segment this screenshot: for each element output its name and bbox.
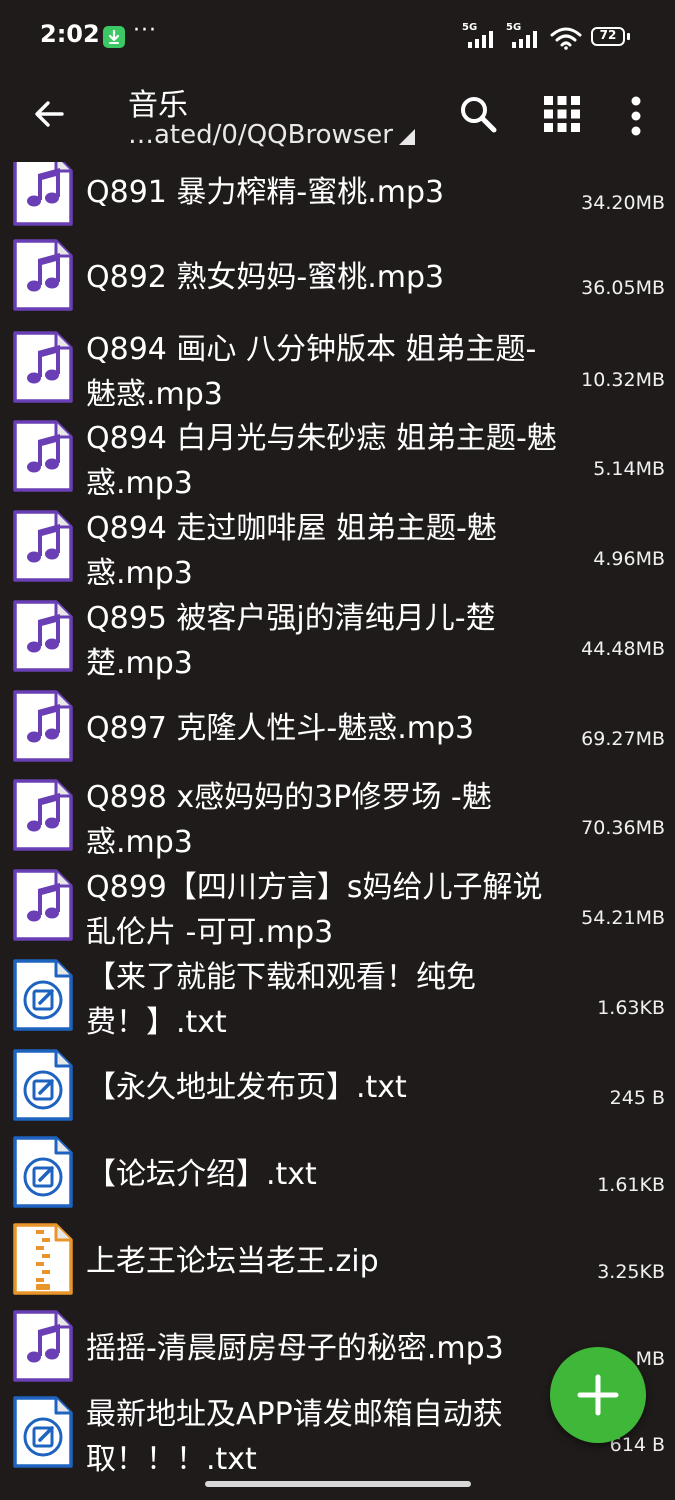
battery-icon: 72	[591, 27, 625, 46]
path-dropdown[interactable]: …ated/0/QQBrowser	[128, 120, 415, 150]
file-name: Q895 被客户强j的清纯月儿-楚楚.mp3	[86, 601, 496, 681]
file-row[interactable]: 【永久地址发布页】.txt 245 B	[0, 1041, 675, 1131]
edit-note-icon	[12, 1135, 74, 1209]
file-name: 【永久地址发布页】.txt	[86, 1070, 407, 1105]
file-name: 摇摇-清晨厨房母子的秘密.mp3	[86, 1331, 504, 1366]
zipper-icon	[12, 1222, 74, 1296]
file-row[interactable]: Q897 克隆人性斗-魅惑.mp3 69.27MB	[0, 682, 675, 772]
file-name: 【论坛介绍】.txt	[86, 1157, 317, 1192]
grid-view-icon[interactable]	[544, 96, 580, 132]
file-size: 245 B	[609, 1087, 665, 1109]
music-note-icon	[12, 509, 74, 583]
add-button[interactable]	[550, 1347, 646, 1443]
edit-note-icon	[12, 1048, 74, 1122]
file-size: 5.14MB	[593, 458, 665, 480]
file-row[interactable]: Q894 走过咖啡屋 姐弟主题-魅惑.mp3 4.96MB	[0, 502, 675, 592]
battery-level: 72	[599, 28, 617, 42]
edit-note-icon	[12, 958, 74, 1032]
search-icon[interactable]	[458, 94, 498, 134]
file-name: Q898 x感妈妈的3P修罗场 -魅惑.mp3	[86, 780, 492, 860]
file-size: 34.20MB	[581, 192, 665, 214]
file-name: 【来了就能下载和观看！纯免费！】.txt	[86, 960, 476, 1040]
file-size: 70.36MB	[581, 817, 665, 839]
file-row[interactable]: 上老王论坛当老王.zip 3.25KB	[0, 1215, 675, 1305]
file-size: MB	[635, 1348, 665, 1370]
music-note-icon	[12, 778, 74, 852]
file-name: Q894 画心 八分钟版本 姐弟主题-魅惑.mp3	[86, 332, 537, 412]
file-row[interactable]: Q898 x感妈妈的3P修罗场 -魅惑.mp3 70.36MB	[0, 771, 675, 861]
file-row[interactable]: Q894 画心 八分钟版本 姐弟主题-魅惑.mp3 10.32MB	[0, 323, 675, 413]
file-row[interactable]: 【论坛介绍】.txt 1.61KB	[0, 1128, 675, 1218]
file-size: 1.63KB	[597, 997, 665, 1019]
page-title: 音乐	[128, 88, 188, 123]
dropdown-triangle-icon	[398, 129, 415, 145]
back-arrow-icon[interactable]	[32, 96, 68, 132]
battery-tip	[627, 33, 630, 40]
file-size: 3.25KB	[597, 1261, 665, 1283]
file-row[interactable]: Q891 暴力榨精-蜜桃.mp3 34.20MB	[0, 162, 675, 236]
music-note-icon	[12, 238, 74, 312]
file-size: 69.27MB	[581, 728, 665, 750]
music-note-icon	[12, 330, 74, 404]
file-name: Q892 熟女妈妈-蜜桃.mp3	[86, 260, 445, 295]
file-size: 36.05MB	[581, 277, 665, 299]
app-bar: 音乐 …ated/0/QQBrowser	[0, 76, 675, 162]
status-time: 2:02	[40, 20, 100, 48]
edit-note-icon	[12, 1395, 74, 1469]
file-row[interactable]: Q899【四川方言】s妈给儿子解说乱伦片 -可可.mp3 54.21MB	[0, 861, 675, 951]
file-size: 1.61KB	[597, 1174, 665, 1196]
file-name: Q891 暴力榨精-蜜桃.mp3	[86, 175, 445, 210]
plus-icon	[577, 1374, 619, 1416]
file-name: Q897 克隆人性斗-魅惑.mp3	[86, 711, 475, 746]
music-note-icon	[12, 419, 74, 493]
file-name: 最新地址及APP请发邮箱自动获取！！！.txt	[86, 1397, 503, 1477]
file-name: Q899【四川方言】s妈给儿子解说乱伦片 -可可.mp3	[86, 870, 543, 950]
file-list: Q891 暴力榨精-蜜桃.mp3 34.20MB Q892 熟女妈妈-蜜桃.mp3 3…	[0, 162, 675, 1480]
file-row[interactable]: 【来了就能下载和观看！纯免费！】.txt 1.63KB	[0, 951, 675, 1041]
music-note-icon	[12, 599, 74, 673]
file-size: 4.96MB	[593, 548, 665, 570]
file-size: 10.32MB	[581, 369, 665, 391]
music-note-icon	[12, 162, 74, 227]
music-note-icon	[12, 689, 74, 763]
status-bar: 2:02 ··· 5G 5G 72	[0, 0, 675, 76]
file-row[interactable]: Q894 白月光与朱砂痣 姐弟主题-魅惑.mp3 5.14MB	[0, 412, 675, 502]
download-icon	[103, 26, 125, 48]
file-size: 44.48MB	[581, 638, 665, 660]
file-size: 54.21MB	[581, 907, 665, 929]
music-note-icon	[12, 1309, 74, 1383]
file-name: Q894 白月光与朱砂痣 姐弟主题-魅惑.mp3	[86, 421, 557, 501]
more-notifications-icon: ···	[133, 18, 157, 43]
file-name: 上老王论坛当老王.zip	[86, 1244, 379, 1279]
file-row[interactable]: Q892 熟女妈妈-蜜桃.mp3 36.05MB	[0, 231, 675, 321]
music-note-icon	[12, 868, 74, 942]
more-vert-icon[interactable]	[626, 96, 646, 136]
wifi-icon	[550, 27, 582, 50]
home-indicator[interactable]	[205, 1481, 471, 1487]
file-row[interactable]: Q895 被客户强j的清纯月儿-楚楚.mp3 44.48MB	[0, 592, 675, 682]
current-path: …ated/0/QQBrowser	[128, 120, 393, 150]
file-name: Q894 走过咖啡屋 姐弟主题-魅惑.mp3	[86, 511, 497, 591]
